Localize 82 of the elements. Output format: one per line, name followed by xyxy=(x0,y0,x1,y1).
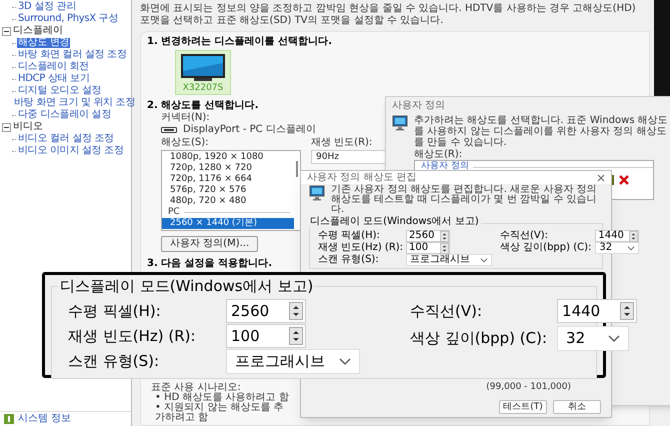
list-item[interactable]: 720p, 1280 × 720 xyxy=(162,163,294,174)
field-label: 색상 깊이(bpp) (C): xyxy=(500,243,592,253)
resolution-label: 해상도(S): xyxy=(161,137,210,149)
tree-item[interactable]: 비디오 컬러 설정 조정 xyxy=(17,134,115,144)
monitor-icon xyxy=(392,115,408,131)
field-label: 색상 깊이(bpp) (C): xyxy=(410,328,548,350)
tree-item[interactable]: HDCP 상태 보기 xyxy=(17,74,91,84)
refresh-rate-label: 재생 빈도(R): xyxy=(311,137,374,149)
field-label: 수직선(V): xyxy=(500,231,550,241)
display-name: X32207S xyxy=(182,83,224,94)
collapse-icon[interactable] xyxy=(2,26,11,36)
tree-item[interactable]: 디스플레이 xyxy=(13,26,63,36)
page-description: 화면에 표시되는 정보의 양을 조정하고 깜박임 현상을 줄일 수 있습니다. HDTV를 사용하는 경우 고해상도(HD) 포맷을 선택하고 표준 해상도(SD) TV의 포맷을 설정할 수 있습니다. xyxy=(140,3,637,27)
step-title: 3. 다음 설정을 적용합니다. xyxy=(147,258,272,270)
list-item[interactable]: 2560 × 1440 (기본) xyxy=(162,218,294,229)
collapse-icon[interactable] xyxy=(2,122,11,132)
system-info-link[interactable]: 시스템 정보 xyxy=(18,414,72,424)
list-item[interactable]: 576p, 720 × 576 xyxy=(162,185,294,196)
spinner-icon[interactable] xyxy=(440,230,449,242)
field-label: 수직선(V): xyxy=(410,300,484,322)
connector-label: 커넥터(N): xyxy=(161,112,210,124)
monitor-icon xyxy=(309,185,325,201)
dialog-button[interactable]: 취소 xyxy=(553,400,601,414)
dropdown-field[interactable]: 32 xyxy=(557,326,630,351)
dialog-info: 추가하려는 해상도를 선택합니다. 표준 Windows 해상도를 사용하지 않는 디스플레이를 위한 사용자 정의 해상도를 만들 수 있습니다. xyxy=(414,115,668,148)
number-field[interactable]: 100 xyxy=(406,242,450,254)
resolution-label: 해상도(R): xyxy=(413,149,462,160)
monitor-icon xyxy=(180,53,226,83)
spinner-icon[interactable] xyxy=(629,230,638,242)
port-icon xyxy=(161,127,177,133)
list-item[interactable]: 720p, 1176 × 664 xyxy=(162,174,294,185)
scenario-item: • 지원되지 않는 해상도를 추가하려고 함 xyxy=(154,403,285,423)
dialog-button[interactable]: 테스트(T) xyxy=(499,400,547,414)
custom-button[interactable]: 사용자 정의(M)... xyxy=(161,236,258,252)
tree-item[interactable]: 비디오 xyxy=(13,122,43,132)
dialog-info: 기존 사용자 정의 해상도를 편집합니다. 새로운 사용자 정의 해상도를 테스트할 때 디스플레이가 몇 번 깜박일 수 있습니다. xyxy=(331,185,598,215)
step-title: 1. 변경하려는 디스플레이를 선택합니다. xyxy=(147,36,332,48)
dialog-title: 사용자 정의 xyxy=(392,100,446,112)
scenario-title: 표준 사용 시나리오: xyxy=(151,383,241,393)
dropdown-field[interactable]: 프로그래시브 xyxy=(406,254,492,266)
spinner-icon[interactable] xyxy=(620,302,634,320)
chevron-down-icon xyxy=(608,334,620,342)
list-item[interactable]: 1080p, 1920 × 1080 xyxy=(162,152,294,163)
tree-item[interactable]: 비디오 이미지 설정 조정 xyxy=(17,146,125,156)
tree-item[interactable]: 디스플레이 회전 xyxy=(17,62,90,72)
field-label: 수평 픽셀(H): xyxy=(68,300,162,322)
list-item[interactable]: 480p, 720 × 480 xyxy=(162,196,294,207)
list-group-header: 사용자 정의 xyxy=(421,161,469,172)
field-label: 스캔 유형(S): xyxy=(318,255,380,265)
number-field[interactable]: 100 xyxy=(226,324,306,348)
connector-name: DisplayPort - PC 디스플레이 xyxy=(183,124,316,136)
field-label: 재생 빈도(Hz) (R): xyxy=(318,243,404,253)
dropdown-field[interactable]: 32 xyxy=(595,242,640,254)
number-field[interactable]: 2560 xyxy=(226,299,306,323)
tree-item[interactable]: 디지털 오디오 설정 xyxy=(17,86,102,96)
spinner-icon[interactable] xyxy=(289,302,303,320)
range-text: (99,000 - 101,000) xyxy=(486,382,571,392)
number-field[interactable]: 1440 xyxy=(595,230,640,242)
tree-item[interactable]: 해상도 변경 xyxy=(17,38,70,48)
field-label: 재생 빈도(Hz) (R): xyxy=(68,326,197,347)
tree-item[interactable]: 바탕 화면 크기 및 위치 조정 xyxy=(13,98,136,108)
dialog-title: 사용자 정의 해상도 편집 xyxy=(307,172,417,182)
tree-item[interactable]: 바탕 화면 컬러 설정 조정 xyxy=(17,50,128,60)
field-label: 스캔 유형(S): xyxy=(68,351,160,372)
spinner-icon[interactable] xyxy=(440,242,449,254)
scenario-item: • HD 해상도를 사용하려고 함 xyxy=(154,393,289,403)
tree-item[interactable]: 다중 디스플레이 설정 xyxy=(17,110,112,120)
spinner-icon[interactable] xyxy=(289,327,303,345)
group-title: 디스플레이 모드(Windows에서 보고) xyxy=(308,217,481,227)
field-label: 수평 픽셀(H): xyxy=(318,231,381,241)
tree-item[interactable]: Surround, PhysX 구성 xyxy=(17,14,120,24)
tree-item[interactable]: 3D 설정 관리 xyxy=(17,2,78,12)
list-group-header: PC xyxy=(168,207,180,218)
dropdown-field[interactable]: 프로그래시브 xyxy=(226,349,360,374)
chevron-down-icon xyxy=(480,258,488,262)
number-field[interactable]: 2560 xyxy=(406,230,450,242)
step-title: 2. 해상도를 선택합니다. xyxy=(147,100,259,112)
number-field[interactable]: 1440 xyxy=(557,299,638,323)
delete-icon[interactable] xyxy=(619,175,629,185)
chevron-down-icon xyxy=(627,246,636,250)
chevron-down-icon xyxy=(339,358,351,366)
close-icon[interactable] xyxy=(597,174,605,182)
